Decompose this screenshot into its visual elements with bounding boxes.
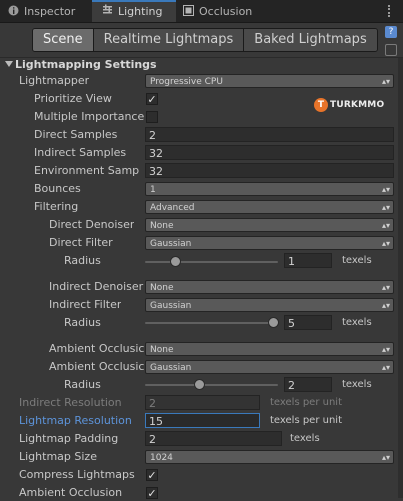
indirect-filter-dropdown[interactable]: Gaussian ▴▾ bbox=[145, 298, 394, 312]
ambient-radius-field[interactable]: 2 bbox=[284, 377, 332, 392]
subtab-realtime-lightmaps[interactable]: Realtime Lightmaps bbox=[93, 29, 245, 51]
lightmapper-label: Lightmapper bbox=[19, 74, 90, 87]
dropdown-arrow-icon: ▴▾ bbox=[381, 203, 390, 212]
multiple-importance-label: Multiple Importance bbox=[34, 110, 145, 123]
dropdown-arrow-icon: ▴▾ bbox=[381, 345, 390, 354]
lightmapper-dropdown[interactable]: Progressive CPU ▴▾ bbox=[145, 74, 394, 88]
lightmap-padding-label: Lightmap Padding bbox=[19, 432, 119, 445]
tab-lighting[interactable]: Lighting bbox=[92, 0, 176, 22]
environment-samples-field[interactable]: 32 bbox=[145, 163, 394, 178]
tab-occlusion[interactable]: Occlusion bbox=[183, 1, 252, 22]
direct-filter-dropdown[interactable]: Gaussian ▴▾ bbox=[145, 236, 394, 250]
indirect-samples-label: Indirect Samples bbox=[34, 146, 127, 159]
subtab-scene[interactable]: Scene bbox=[33, 29, 94, 51]
lightmap-size-label: Lightmap Size bbox=[19, 450, 97, 463]
ambient-occlusion-filter-dropdown[interactable]: Gaussian ▴▾ bbox=[145, 360, 394, 374]
lightmap-size-dropdown[interactable]: 1024 ▴▾ bbox=[145, 450, 394, 464]
tab-inspector[interactable]: Inspector bbox=[8, 1, 75, 22]
ambient-radius-slider-handle[interactable] bbox=[194, 379, 206, 390]
filtering-dropdown[interactable]: Advanced ▴▾ bbox=[145, 200, 394, 214]
indirect-radius-field[interactable]: 5 bbox=[284, 315, 332, 330]
lighting-mode-tabs: Scene Realtime Lightmaps Baked Lightmaps bbox=[32, 28, 378, 52]
direct-radius-slider-track[interactable] bbox=[145, 261, 278, 263]
indirect-radius-unit: texels bbox=[342, 317, 372, 328]
help-icon[interactable]: ? bbox=[385, 26, 397, 38]
dropdown-arrow-icon: ▴▾ bbox=[381, 185, 390, 194]
lightmap-padding-field[interactable]: 2 bbox=[145, 431, 282, 446]
lightmapping-settings-header[interactable]: Lightmapping Settings bbox=[0, 57, 403, 72]
settings-icon[interactable] bbox=[385, 44, 397, 56]
dropdown-arrow-icon: ▴▾ bbox=[381, 453, 390, 462]
indirect-resolution-label: Indirect Resolution bbox=[19, 396, 122, 409]
direct-radius-field[interactable]: 1 bbox=[284, 253, 332, 268]
ambient-occlusion-denoiser-label: Ambient Occlusic bbox=[49, 342, 145, 355]
indirect-radius-slider-handle[interactable] bbox=[268, 317, 279, 328]
dropdown-arrow-icon: ▴▾ bbox=[381, 301, 390, 310]
direct-radius-unit: texels bbox=[342, 255, 372, 266]
ambient-occlusion-label: Ambient Occlusion bbox=[19, 486, 123, 499]
filtering-label: Filtering bbox=[34, 200, 79, 213]
dropdown-arrow-icon: ▴▾ bbox=[381, 77, 390, 86]
direct-denoiser-label: Direct Denoiser bbox=[49, 218, 135, 231]
ambient-radius-slider-track[interactable] bbox=[145, 384, 278, 386]
turkmmo-logo: T TURKMMO bbox=[314, 96, 384, 114]
occlusion-icon bbox=[183, 2, 194, 23]
compress-lightmaps-label: Compress Lightmaps bbox=[19, 468, 135, 481]
ambient-occlusion-denoiser-dropdown[interactable]: None ▴▾ bbox=[145, 342, 394, 356]
indirect-resolution-unit: texels per unit bbox=[270, 397, 342, 408]
direct-radius-slider-handle[interactable] bbox=[169, 256, 181, 267]
bounces-label: Bounces bbox=[34, 182, 81, 195]
indirect-denoiser-label: Indirect Denoiser bbox=[49, 280, 144, 293]
indirect-samples-field[interactable]: 32 bbox=[145, 145, 394, 160]
dropdown-arrow-icon: ▴▾ bbox=[381, 363, 390, 372]
dropdown-arrow-icon: ▴▾ bbox=[381, 239, 390, 248]
indirect-filter-label: Indirect Filter bbox=[49, 298, 122, 311]
ambient-occlusion-checkbox[interactable]: ✓ bbox=[146, 487, 158, 499]
dropdown-arrow-icon: ▴▾ bbox=[381, 221, 390, 230]
compress-lightmaps-checkbox[interactable]: ✓ bbox=[146, 469, 158, 481]
info-icon bbox=[8, 2, 19, 23]
foldout-arrow-icon[interactable] bbox=[5, 61, 13, 67]
lighting-icon bbox=[102, 2, 113, 22]
lightmap-resolution-field[interactable]: 15 bbox=[145, 413, 260, 428]
lightmap-resolution-unit: texels per unit bbox=[270, 415, 342, 426]
prioritize-view-checkbox[interactable]: ✓ bbox=[146, 93, 158, 105]
environment-samples-label: Environment Samp bbox=[34, 164, 140, 177]
subtab-baked-lightmaps[interactable]: Baked Lightmaps bbox=[244, 29, 377, 51]
lightmap-resolution-label: Lightmap Resolution bbox=[19, 414, 132, 427]
ambient-radius-label: Radius bbox=[64, 378, 101, 391]
ambient-occlusion-filter-label: Ambient Occlusic bbox=[49, 360, 145, 373]
direct-filter-label: Direct Filter bbox=[49, 236, 113, 249]
ambient-radius-unit: texels bbox=[342, 379, 372, 390]
prioritize-view-label: Prioritize View bbox=[34, 92, 112, 105]
indirect-radius-label: Radius bbox=[64, 316, 101, 329]
bounces-dropdown[interactable]: 1 ▴▾ bbox=[145, 182, 394, 196]
scrollbar[interactable] bbox=[398, 58, 403, 498]
lightmap-padding-unit: texels bbox=[290, 433, 320, 444]
window-menu-icon[interactable] bbox=[388, 5, 397, 17]
indirect-resolution-field: 2 bbox=[145, 395, 260, 410]
direct-radius-label: Radius bbox=[64, 254, 101, 267]
direct-samples-field[interactable]: 2 bbox=[145, 127, 394, 142]
indirect-radius-slider-track[interactable] bbox=[145, 322, 278, 324]
indirect-denoiser-dropdown[interactable]: None ▴▾ bbox=[145, 280, 394, 294]
window-tab-bar: Inspector Lighting Occlusion bbox=[0, 0, 403, 23]
dropdown-arrow-icon: ▴▾ bbox=[381, 283, 390, 292]
direct-denoiser-dropdown[interactable]: None ▴▾ bbox=[145, 218, 394, 232]
multiple-importance-checkbox[interactable] bbox=[146, 111, 158, 123]
direct-samples-label: Direct Samples bbox=[34, 128, 118, 141]
